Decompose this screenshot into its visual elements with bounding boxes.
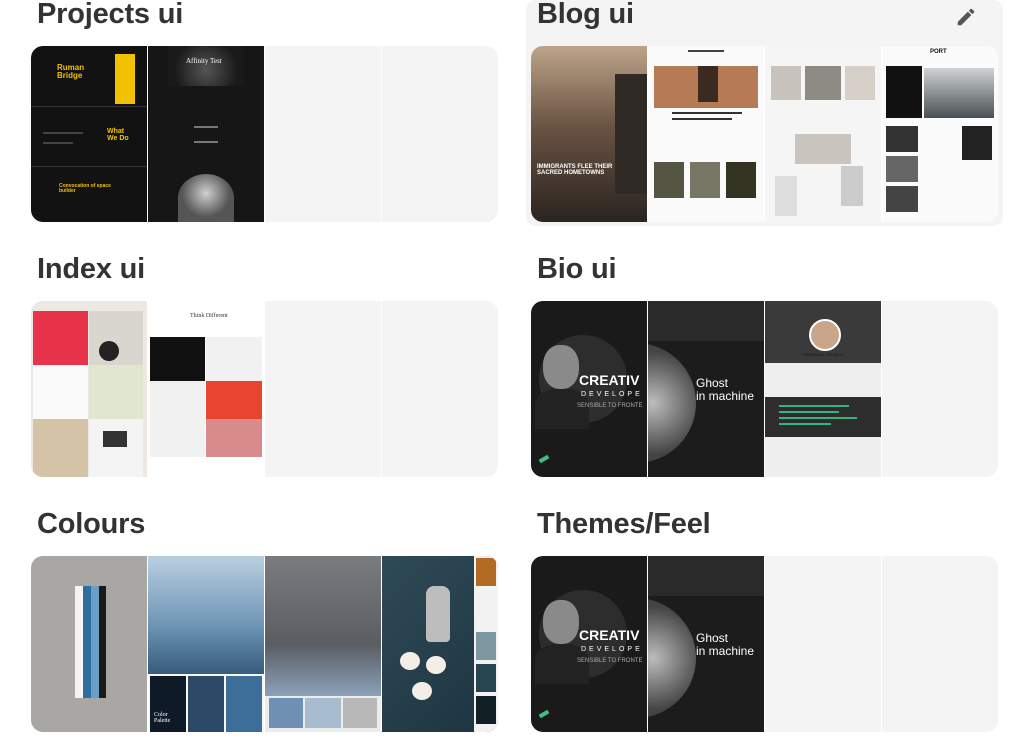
preview-affinity-test: Affinity Test: [148, 46, 264, 222]
preview-text: CREATIV: [579, 627, 640, 643]
preview-think-different: Think Different: [148, 301, 264, 477]
preview-immigrants: IMMIGRANTS FLEE THEIR SACRED HOMETOWNS: [531, 46, 647, 222]
preview-ghost-machine: Ghost in machine: [648, 301, 764, 477]
preview-ghost-machine: Ghost in machine: [648, 556, 764, 732]
preview-text: Ghost in machine: [696, 631, 755, 658]
preview-text: Color Palette: [154, 712, 171, 725]
preview-empty: [382, 301, 498, 477]
preview-resume: PERSONAL DETAILS: [765, 301, 881, 477]
preview-text: DEVELOPE: [581, 391, 643, 398]
board-title[interactable]: Index ui: [37, 253, 145, 286]
preview-ruman-bridge: Ruman Bridge What We Do Convocation of s…: [31, 46, 147, 222]
board-cover[interactable]: CREATIV DEVELOPE SENSIBLE TO FRONTE Ghos…: [531, 301, 998, 477]
board-cover[interactable]: Color Palette: [31, 556, 498, 732]
preview-blog-white: [765, 46, 881, 222]
preview-text: CREATIV: [579, 372, 640, 388]
preview-text: Convocation of space builder: [59, 183, 111, 195]
preview-creative-developer: CREATIV DEVELOPE SENSIBLE TO FRONTE: [531, 556, 647, 732]
preview-text: Affinity Test: [186, 57, 222, 65]
board-bio-ui[interactable]: Bio ui CREATIV DEVELOPE SENSIBLE TO FRON…: [531, 253, 998, 480]
preview-deer-grid: [31, 301, 147, 477]
preview-text: PERSONAL DETAILS: [803, 352, 844, 357]
board-title[interactable]: Projects ui: [37, 0, 183, 31]
preview-text: Think Different: [190, 313, 228, 319]
board-title[interactable]: Colours: [37, 508, 145, 541]
preview-wood-palette: [265, 556, 381, 732]
board-colours[interactable]: Colours Color Palette: [31, 508, 498, 735]
preview-mountains: Color Palette: [148, 556, 264, 732]
preview-empty: [765, 556, 881, 732]
preview-empty: [265, 46, 381, 222]
board-blog-ui[interactable]: Blog ui IMMIGRANTS FLEE THEIR SACRED HOM…: [526, 0, 1003, 226]
preview-text: DEVELOPE: [581, 646, 643, 653]
preview-text: SENSIBLE TO FRONTE: [577, 403, 643, 409]
preview-text: IMMIGRANTS FLEE THEIR SACRED HOMETOWNS: [537, 164, 613, 177]
board-themes-feel[interactable]: Themes/Feel CREATIV DEVELOPE SENSIBLE TO…: [531, 508, 998, 735]
preview-text: What We Do: [107, 128, 129, 143]
board-cover[interactable]: Think Different: [31, 301, 498, 477]
preview-text: PORT: [930, 49, 947, 55]
preview-blog-port: PORT: [882, 46, 998, 222]
pencil-icon: [957, 8, 975, 26]
preview-coffee: [382, 556, 498, 732]
preview-empty: [882, 301, 998, 477]
preview-text: Ruman Bridge: [57, 63, 85, 81]
preview-empty: [882, 556, 998, 732]
preview-blog-magazine: [648, 46, 764, 222]
board-title[interactable]: Blog ui: [537, 0, 634, 31]
board-title[interactable]: Bio ui: [537, 253, 617, 286]
board-cover[interactable]: Ruman Bridge What We Do Convocation of s…: [31, 46, 498, 222]
board-title[interactable]: Themes/Feel: [537, 508, 711, 541]
board-index-ui[interactable]: Index ui Think Different: [31, 253, 498, 480]
preview-text: Ghost in machine: [696, 376, 755, 403]
preview-stripes: [31, 556, 147, 732]
preview-empty: [382, 46, 498, 222]
board-projects-ui[interactable]: Projects ui Ruman Bridge What We Do Conv…: [31, 0, 498, 225]
board-cover[interactable]: IMMIGRANTS FLEE THEIR SACRED HOMETOWNS P…: [531, 46, 998, 222]
preview-text: SENSIBLE TO FRONTE: [577, 658, 643, 664]
board-cover[interactable]: CREATIV DEVELOPE SENSIBLE TO FRONTE Ghos…: [531, 556, 998, 732]
edit-board-button[interactable]: [951, 2, 981, 32]
preview-empty: [265, 301, 381, 477]
preview-creative-developer: CREATIV DEVELOPE SENSIBLE TO FRONTE: [531, 301, 647, 477]
